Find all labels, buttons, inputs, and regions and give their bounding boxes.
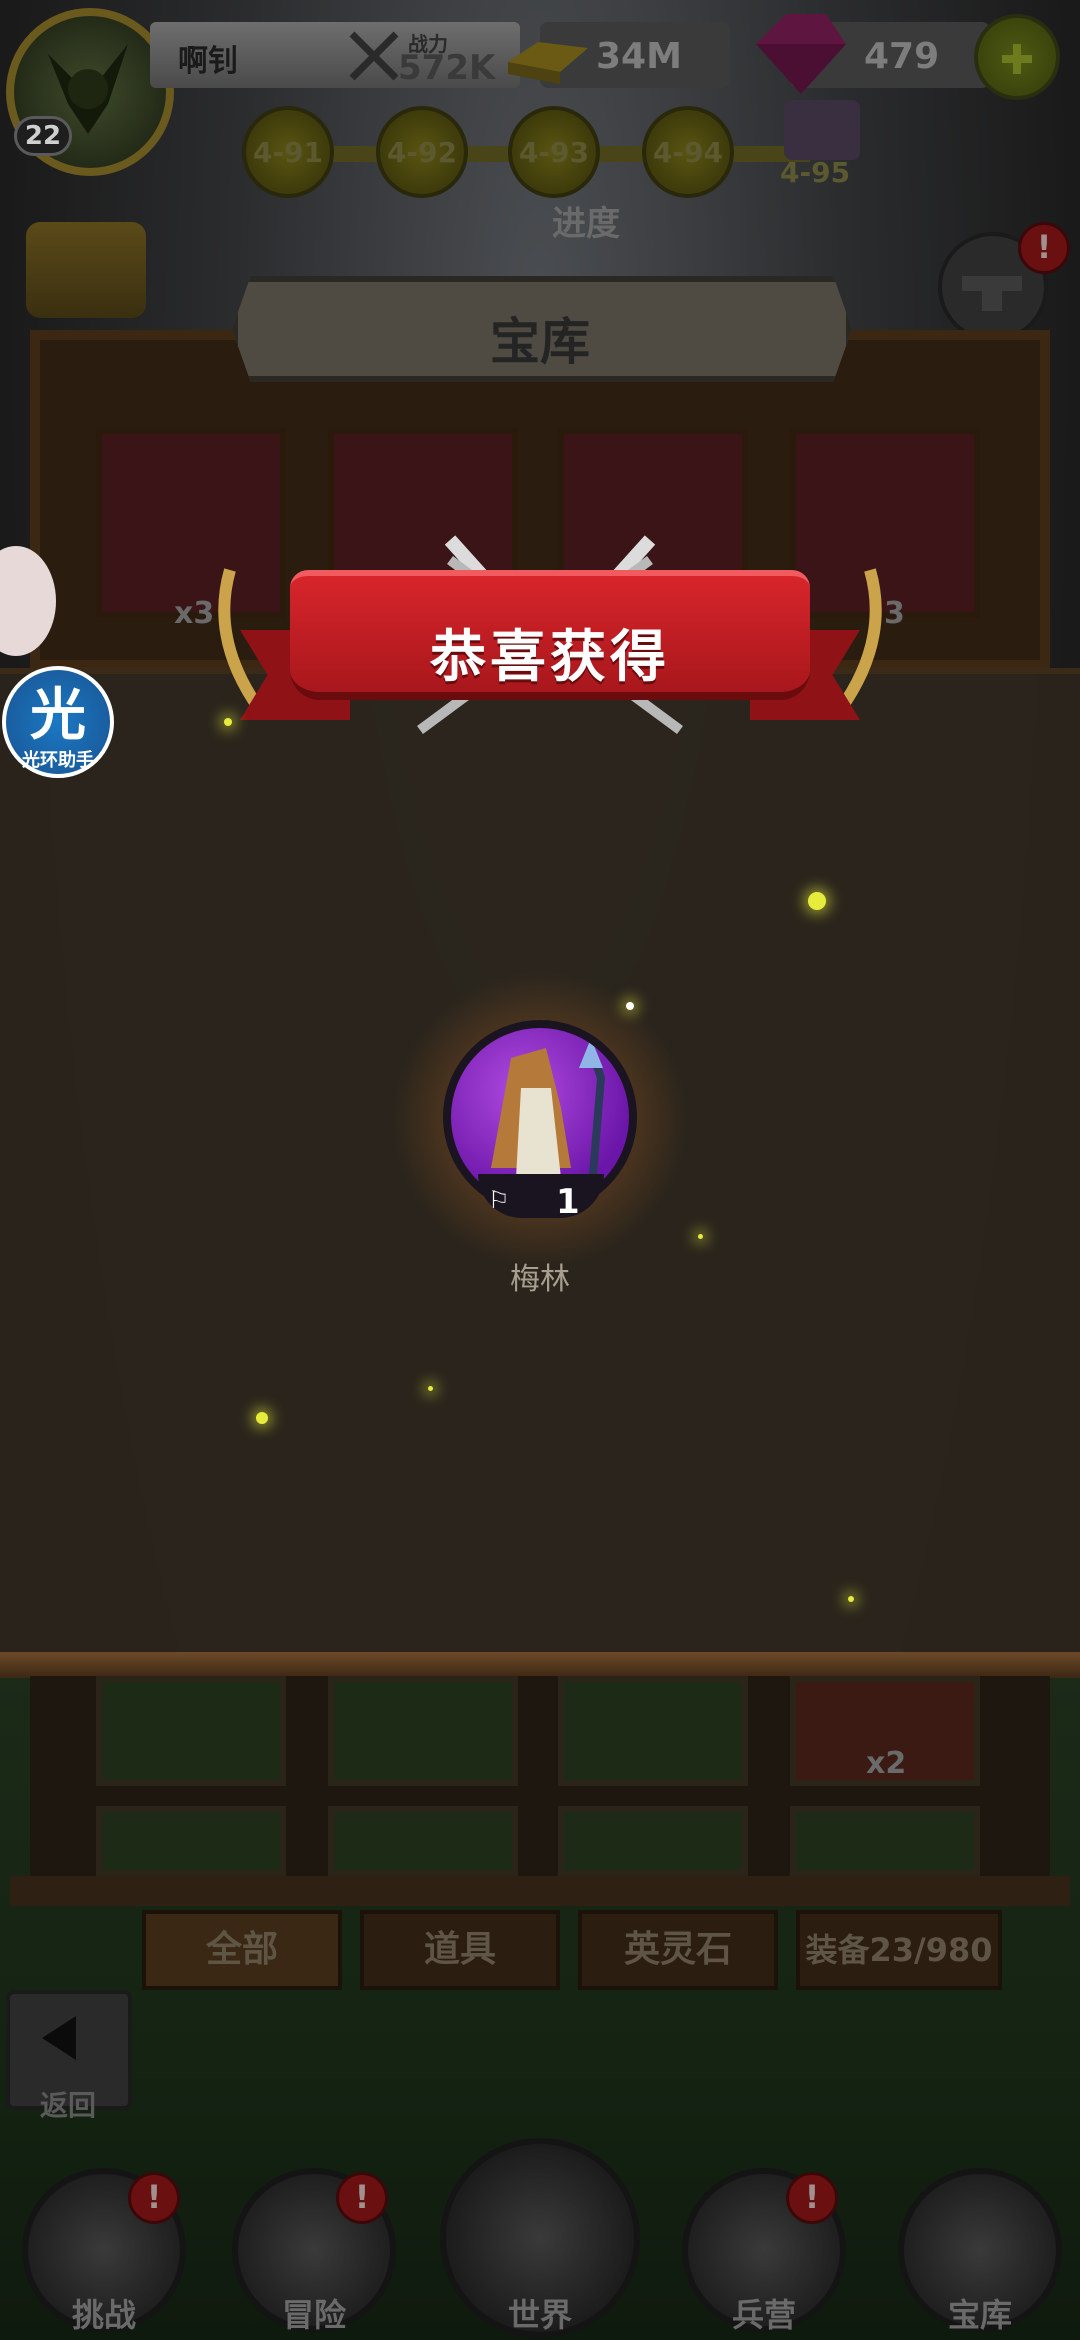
tab-all[interactable]: 全部 (142, 1910, 342, 1990)
nav-challenge-alert: ! (128, 2172, 180, 2224)
stage-node[interactable]: 4-91 (242, 106, 334, 198)
sparkle (256, 1412, 268, 1424)
stage-node[interactable]: 4-94 (642, 106, 734, 198)
treasure-chest-button[interactable] (26, 222, 146, 318)
nav-world-label: 世界 (507, 2296, 572, 2334)
stage-node[interactable]: 4-93 (508, 106, 600, 198)
power-value: 572K (398, 48, 496, 88)
nav-barracks-alert: ! (786, 2172, 838, 2224)
halo-assistant-glyph: 光 (30, 683, 86, 748)
inventory-slot[interactable] (558, 1806, 748, 1876)
stage-node-last[interactable]: 4-95 (780, 156, 850, 189)
forge-alert-badge: ! (1018, 222, 1070, 274)
fragment-icon: ⚐ (488, 1186, 510, 1214)
sparkle (698, 1234, 703, 1239)
overlay-bottom-border (0, 1652, 1080, 1678)
inventory-slot[interactable] (96, 1806, 286, 1876)
sparkle (224, 718, 232, 726)
congrats-ribbon: 恭喜获得 (210, 520, 890, 750)
slot-count: x3 (174, 596, 215, 631)
tab-hero-stones[interactable]: 英灵石 (578, 1910, 778, 1990)
player-name: 啊钊 (178, 44, 238, 79)
sparkle (848, 1596, 854, 1602)
nav-challenge-label: 挑战 (71, 2296, 136, 2334)
inventory-slot[interactable] (558, 1676, 748, 1786)
vault-title: 宝库 (490, 313, 590, 371)
inventory-slot[interactable] (328, 1676, 518, 1786)
hero-count: 1 (556, 1182, 580, 1222)
nav-adventure-alert: ! (336, 2172, 388, 2224)
tab-items[interactable]: 道具 (360, 1910, 560, 1990)
hero-name: 梅林 (510, 1262, 570, 1297)
gem-value: 479 (864, 36, 940, 77)
stage-node[interactable]: 4-92 (376, 106, 468, 198)
crossed-swords-icon (346, 28, 402, 88)
back-label: 返回 (40, 2089, 97, 2122)
player-level-badge: 22 (14, 116, 72, 156)
inventory-slot[interactable] (328, 1806, 518, 1876)
nav-vault-label: 宝库 (947, 2296, 1012, 2334)
gold-bar-icon (498, 12, 594, 96)
back-arrow-icon (42, 2016, 76, 2060)
inventory-shelf (10, 1876, 1070, 1906)
inventory-slot[interactable] (790, 1806, 980, 1876)
gold-value: 34M (596, 36, 682, 77)
stage-chest-icon[interactable] (784, 100, 860, 160)
progress-label: 进度 (552, 204, 620, 244)
add-gems-button[interactable] (974, 14, 1060, 100)
nav-adventure-label: 冒险 (281, 2296, 346, 2334)
halo-assistant-label: 光环助手 (22, 750, 94, 771)
sparkle (808, 892, 826, 910)
nav-barracks-label: 兵营 (731, 2296, 796, 2334)
sparkle (428, 1386, 433, 1391)
congrats-title: 恭喜获得 (430, 625, 670, 690)
inventory-slot-count: x2 (866, 1746, 907, 1781)
sparkle (626, 1002, 634, 1010)
top-hud: 22 啊钊 战力 572K 34M 479 (0, 0, 1080, 176)
tab-equipment[interactable]: 装备23/980 (796, 1910, 1002, 1990)
gem-icon (746, 4, 856, 108)
inventory-slot[interactable] (96, 1676, 286, 1786)
